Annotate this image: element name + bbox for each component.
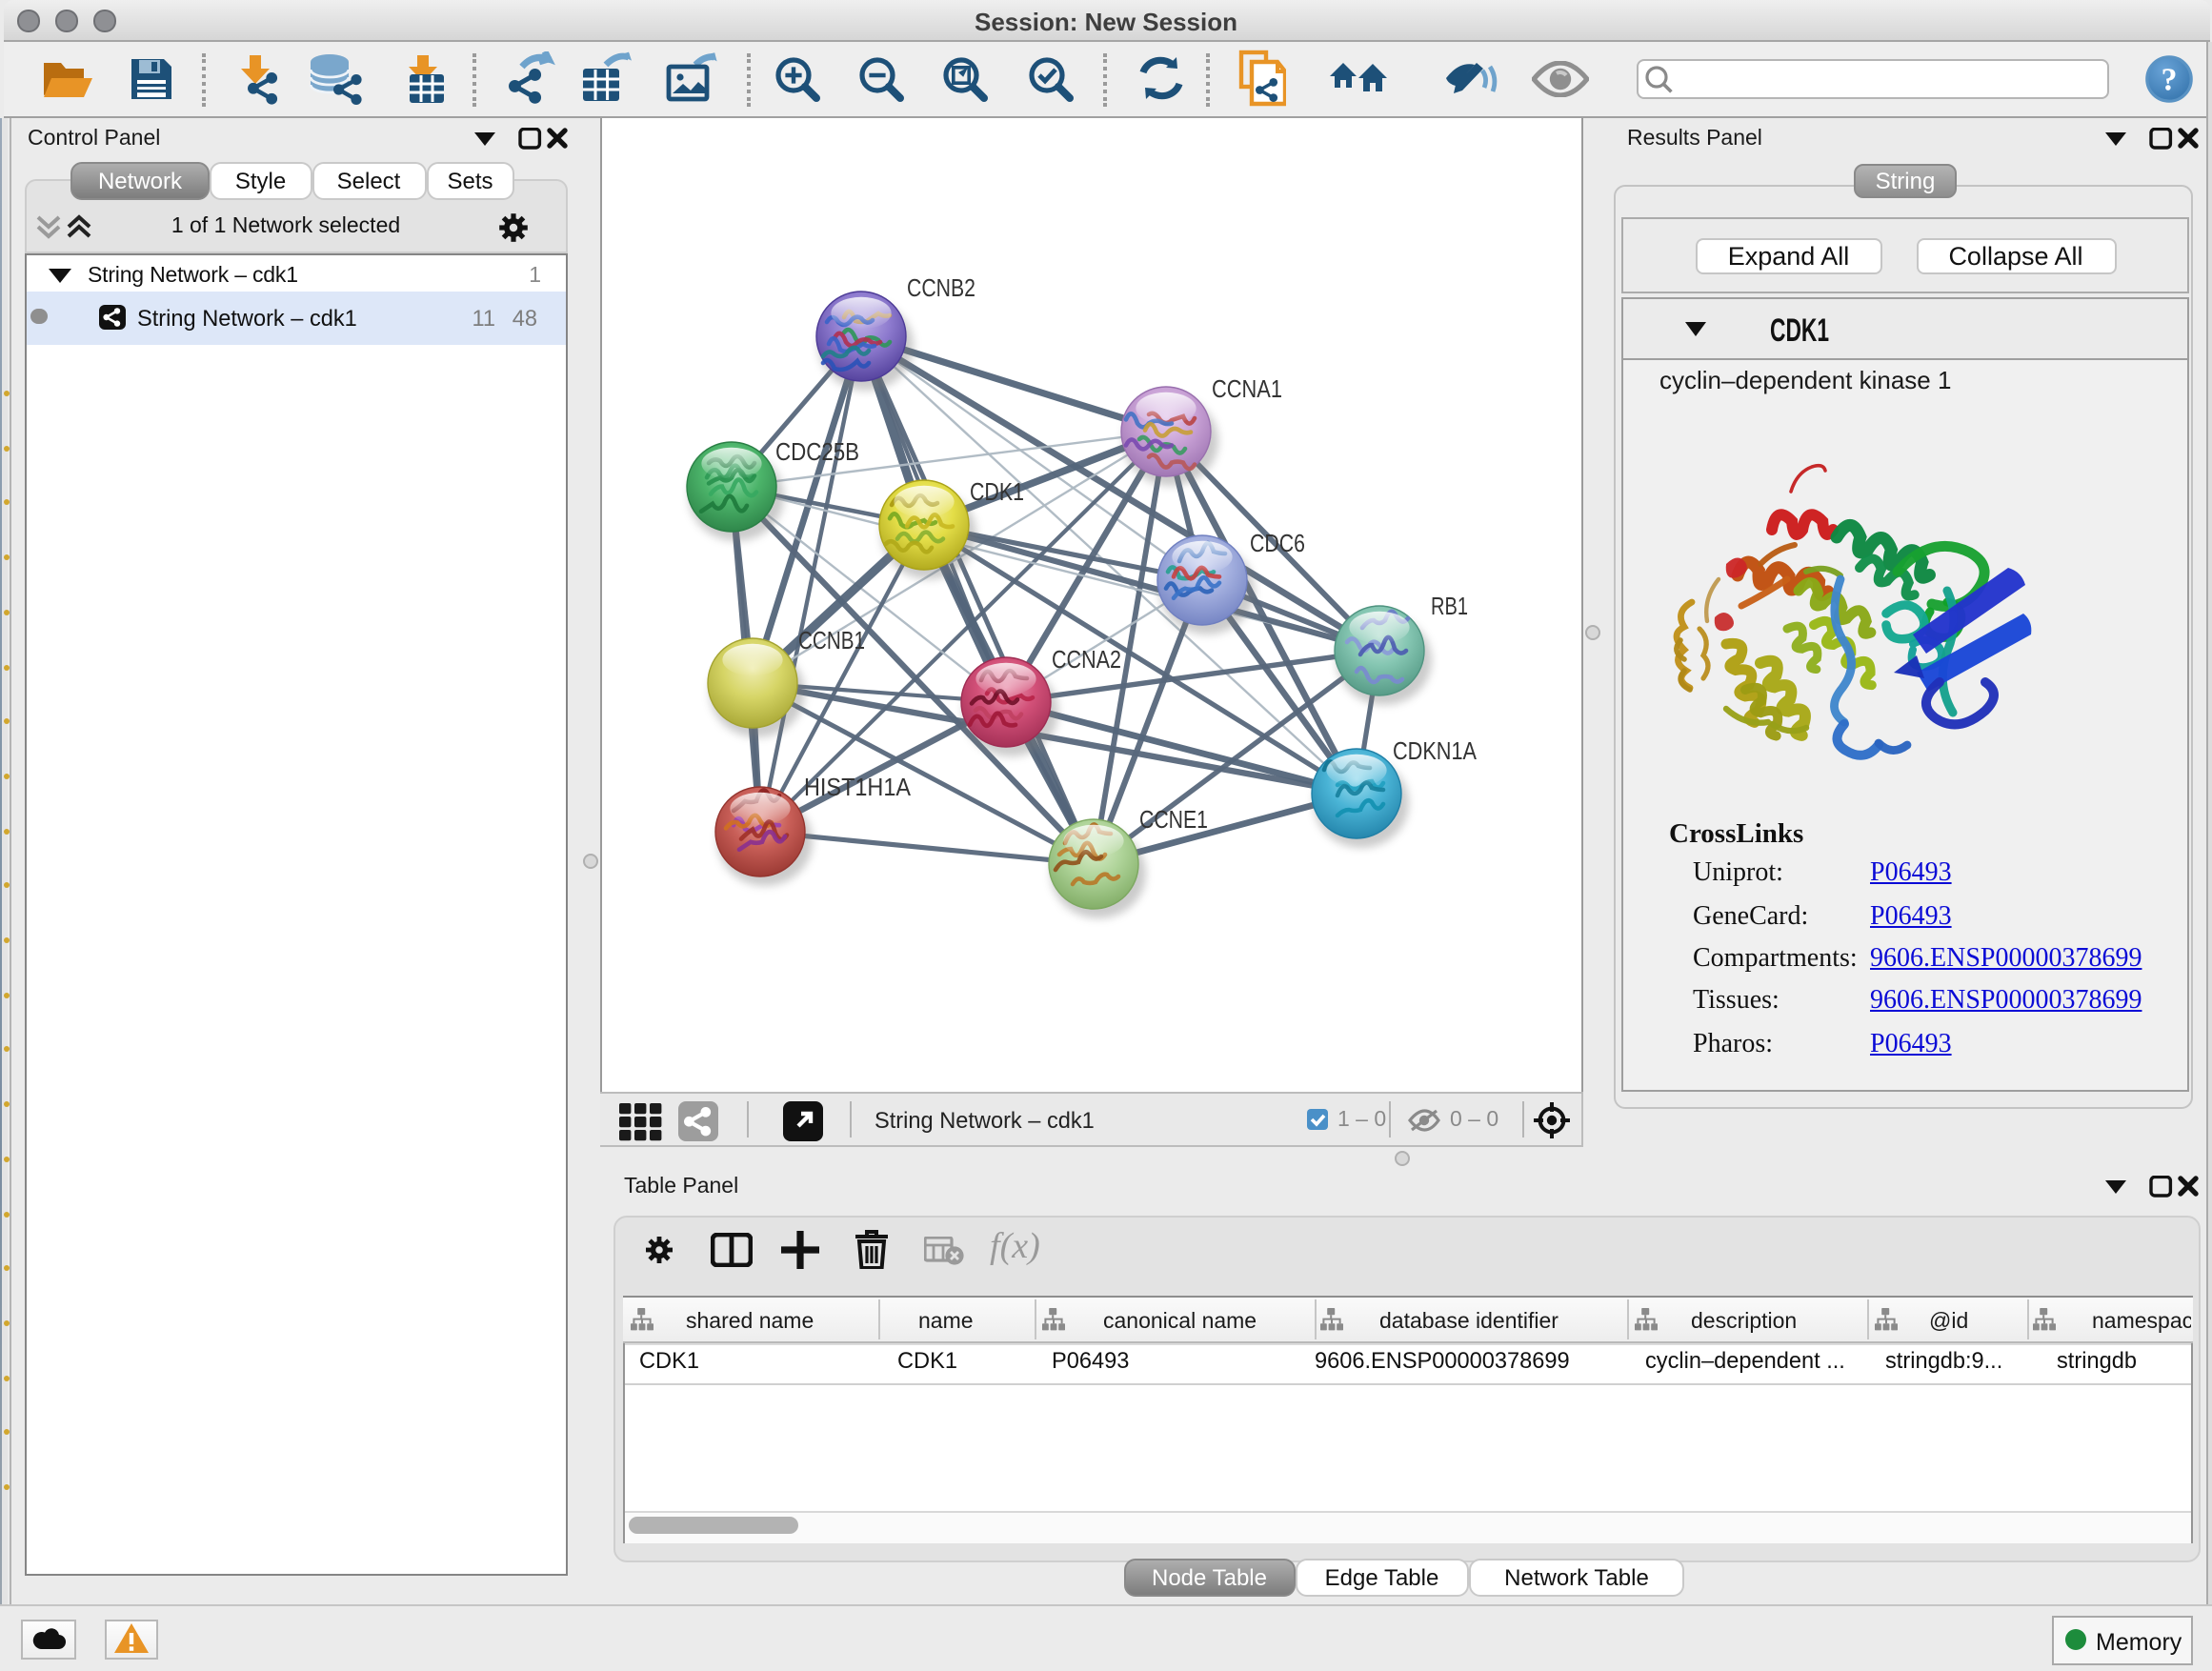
svg-text:CCNE1: CCNE1 [1139,804,1208,833]
svg-text:CCNA1: CCNA1 [1212,373,1282,402]
svg-text:CDK1: CDK1 [970,476,1024,505]
svg-text:CDKN1A: CDKN1A [1393,735,1478,764]
svg-text:HIST1H1A: HIST1H1A [804,772,912,800]
svg-text:CDC25B: CDC25B [775,436,859,465]
svg-text:CCNA2: CCNA2 [1052,644,1121,673]
svg-text:CDC6: CDC6 [1250,528,1305,556]
svg-text:CCNB2: CCNB2 [907,272,975,301]
svg-text:?: ? [2162,62,2178,97]
svg-text:CCNB1: CCNB1 [798,625,865,654]
svg-text:RB1: RB1 [1431,591,1468,619]
